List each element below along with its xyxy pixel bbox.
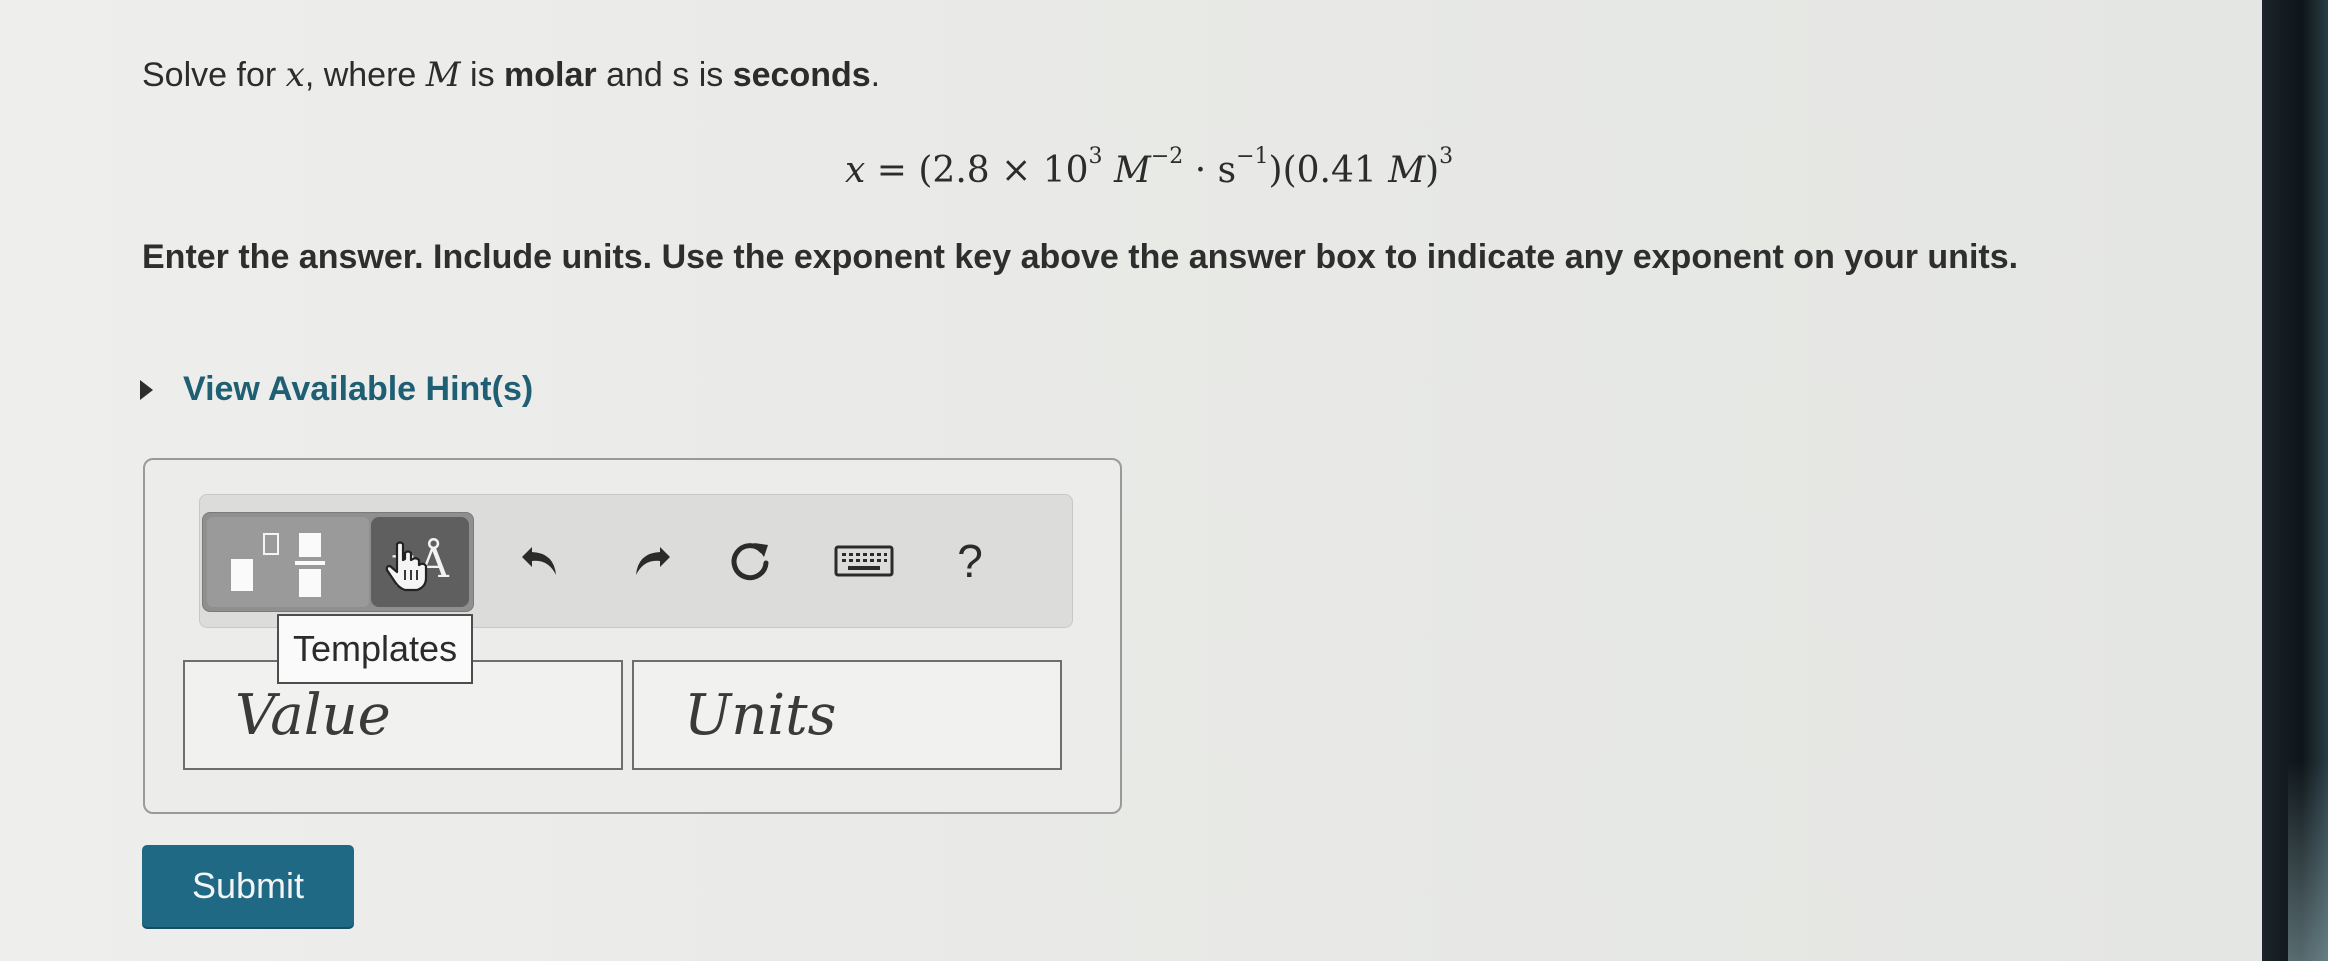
hint-label: View Available Hint(s) [183,370,534,408]
templates-button[interactable] [207,517,369,607]
screen-edge-glare [2288,760,2328,961]
screen: Solve for x, where M is molar and s is s… [0,0,2262,961]
keyboard-button[interactable] [834,533,894,589]
templates-icon [231,559,253,591]
view-hints-toggle[interactable]: View Available Hint(s) [140,370,533,409]
redo-icon [636,547,670,575]
equation-unit: M [1388,150,1426,191]
toolbar-group: μÅ [202,512,474,612]
equation-part: )(0.41 [1268,150,1389,191]
math-toolbar: μÅ [199,494,1073,628]
question-part: Solve for [142,56,286,94]
equation-part: ) [1425,150,1440,191]
question-part: and s is [596,56,733,94]
question-part: is [460,56,505,94]
variable-m: M [425,55,461,95]
reset-button[interactable] [720,533,780,589]
undo-button[interactable] [512,533,572,589]
equation-lhs: x [845,150,866,191]
help-button[interactable]: ? [940,533,1000,589]
equation-part: = (2.8 × 10 [865,150,1089,191]
seconds-term: seconds [732,56,871,94]
templates-icon-box [263,533,279,555]
expand-triangle-icon [140,379,153,400]
instructions-text: Enter the answer. Include units. Use the… [142,238,2019,276]
templates-icon-box [299,533,321,557]
screen-edge [2262,0,2328,961]
equation-exponent: −2 [1150,144,1184,169]
redo-button[interactable] [620,533,680,589]
molar-term: molar [504,56,597,94]
units-input[interactable]: Units [632,660,1062,770]
reset-icon [731,543,769,581]
question-part: , where [304,56,426,94]
variable-x: x [285,55,305,95]
templates-tooltip: Templates [277,614,474,684]
answer-panel: μÅ [143,458,1122,814]
hand-cursor-icon [385,541,428,592]
question-text: Solve for x, where M is molar and s is s… [142,55,880,95]
equation-exponent: 3 [1088,144,1103,169]
equation-exponent: −1 [1236,144,1269,169]
equation-exponent: 3 [1439,144,1454,169]
equation: x = (2.8 × 103 M−2 · s−1)(0.41 M)3 [845,144,1453,191]
equation-unit: M [1102,150,1151,191]
templates-icon-bar [295,561,325,565]
equation-part: · s [1183,150,1237,191]
templates-icon-box [299,569,321,597]
help-icon: ? [957,535,983,587]
keyboard-icon [834,545,894,577]
undo-icon [522,547,556,575]
question-part: . [870,56,881,94]
submit-button[interactable]: Submit [142,845,354,927]
